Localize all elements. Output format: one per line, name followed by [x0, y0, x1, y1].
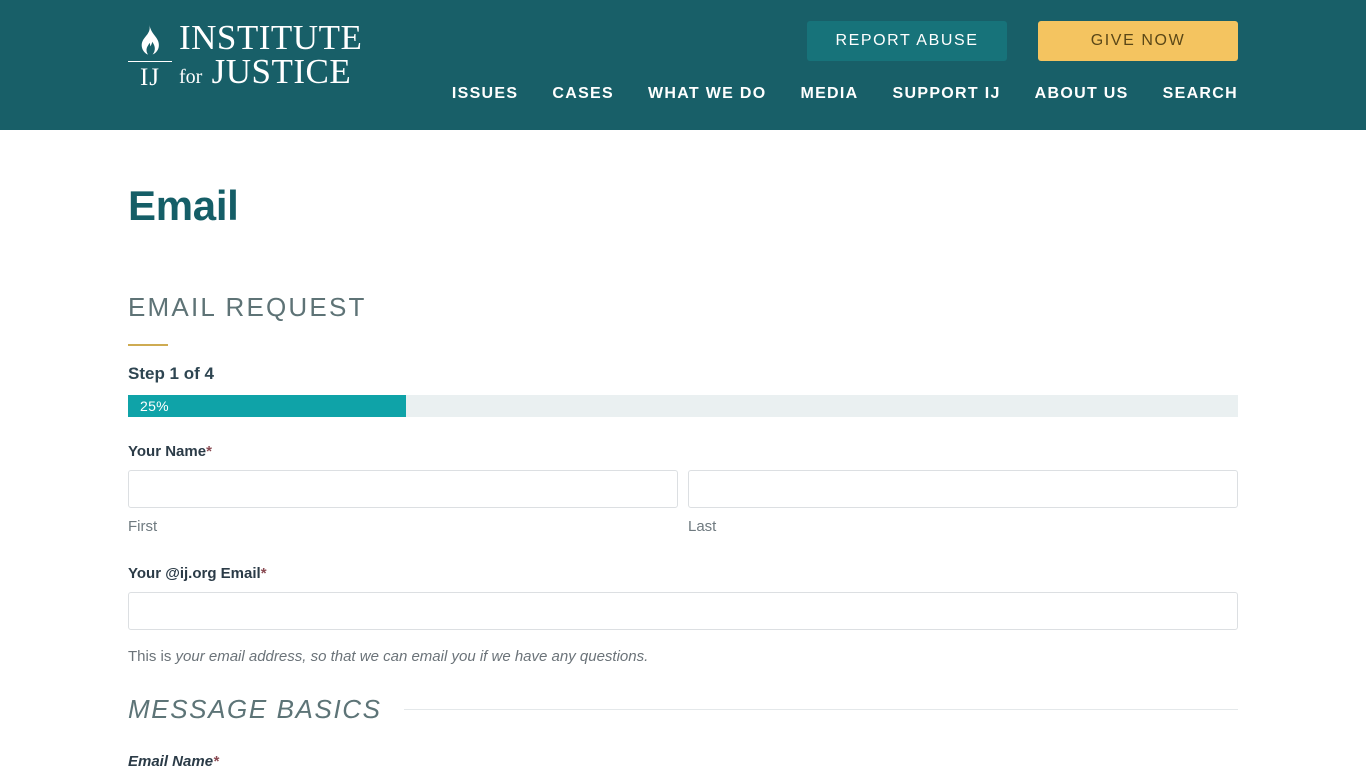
nav-item-support-ij[interactable]: SUPPORT IJ	[876, 82, 1018, 106]
first-name-column: First	[128, 470, 678, 535]
give-now-button[interactable]: GIVE NOW	[1038, 21, 1238, 61]
nav-item-issues[interactable]: ISSUES	[435, 82, 536, 106]
email-name-field-label: Email Name*	[128, 753, 1238, 768]
email-help-italic: your email address, so that we can email…	[175, 648, 649, 665]
nav-item-search[interactable]: SEARCH	[1146, 82, 1238, 106]
email-name-field-group: Email Name*	[128, 725, 1238, 768]
header-button-group: REPORT ABUSE GIVE NOW	[807, 21, 1238, 61]
site-header: IJ INSTITUTE for JUSTICE REPORT ABUSE GI…	[0, 0, 1366, 130]
form-heading: EMAIL REQUEST	[128, 292, 367, 322]
name-field-label: Your Name*	[128, 443, 1238, 460]
email-input[interactable]	[128, 592, 1238, 630]
progress-bar: 25%	[128, 395, 1238, 417]
step-indicator: Step 1 of 4	[128, 364, 214, 383]
last-name-input[interactable]	[688, 470, 1238, 508]
name-inputs-row: First Last	[128, 470, 1238, 535]
first-name-sublabel: First	[128, 518, 158, 535]
progress-percent-label: 25%	[140, 398, 169, 414]
logo-divider	[128, 61, 172, 62]
flame-icon	[136, 24, 162, 58]
section-heading-message-basics: MESSAGE BASICS	[128, 694, 382, 724]
email-help-text: This is your email address, so that we c…	[128, 630, 1238, 665]
last-name-sublabel: Last	[688, 518, 717, 535]
email-field-group: Your @ij.org Email* This is your email a…	[128, 535, 1238, 665]
required-marker: *	[260, 565, 267, 582]
logo-line-institute: INSTITUTE	[179, 18, 363, 57]
progress-bar-fill: 25%	[128, 395, 406, 417]
email-label-text: Your @ij.org Email	[128, 565, 261, 582]
main-navigation: ISSUES CASES WHAT WE DO MEDIA SUPPORT IJ…	[0, 82, 1366, 106]
logo-wordmark: INSTITUTE for JUSTICE	[179, 18, 363, 89]
required-marker: *	[213, 753, 219, 768]
required-marker: *	[206, 443, 212, 460]
message-basics-section-header: MESSAGE BASICS	[128, 665, 1238, 725]
section-divider	[403, 709, 1238, 710]
nav-item-about-us[interactable]: ABOUT US	[1018, 82, 1146, 106]
nav-item-cases[interactable]: CASES	[535, 82, 631, 106]
nav-item-media[interactable]: MEDIA	[783, 82, 875, 106]
report-abuse-button[interactable]: REPORT ABUSE	[807, 21, 1007, 61]
email-name-label-text: Email Name	[128, 753, 214, 768]
nav-item-what-we-do[interactable]: WHAT WE DO	[631, 82, 783, 106]
first-name-input[interactable]	[128, 470, 678, 508]
page-title: Email	[128, 182, 239, 229]
email-field-label: Your @ij.org Email*	[128, 565, 1238, 582]
page-content: Email EMAIL REQUEST Step 1 of 4 25% Your…	[0, 130, 1366, 768]
name-field-group: Your Name* First Last	[128, 417, 1238, 535]
last-name-column: Last	[688, 470, 1238, 535]
name-label-text: Your Name	[128, 443, 207, 460]
email-help-prefix: This is	[128, 648, 176, 665]
